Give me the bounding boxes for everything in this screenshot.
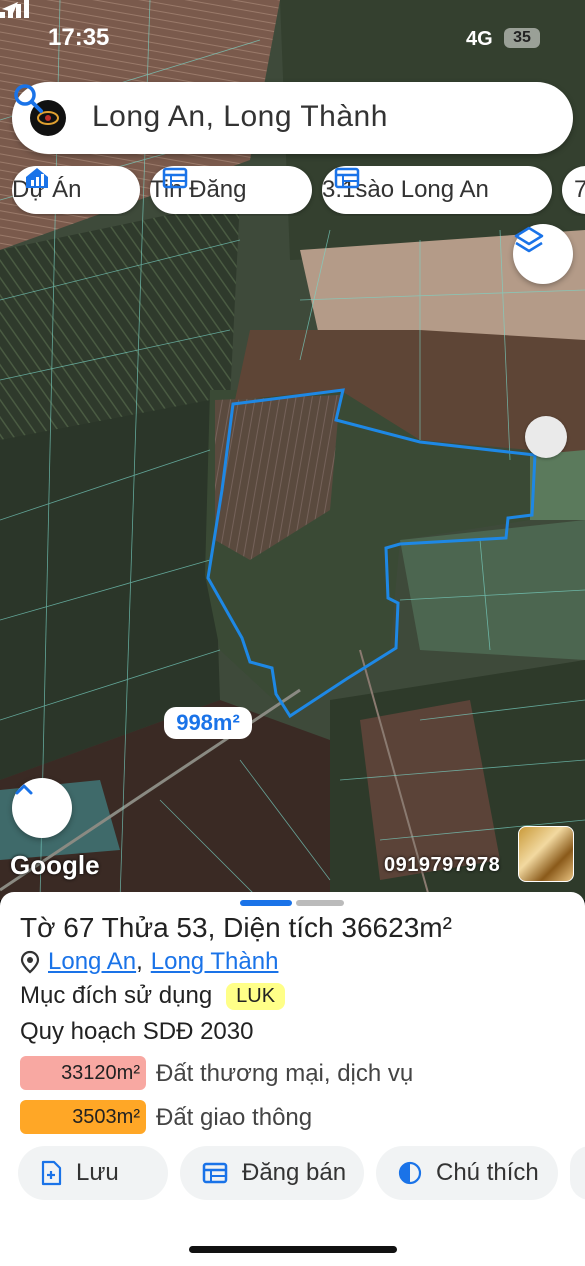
table-icon bbox=[162, 167, 188, 189]
ad-thumbnail[interactable] bbox=[518, 826, 574, 882]
network-type: 4G bbox=[466, 28, 493, 50]
zone-area-badge: 3503m² bbox=[20, 1100, 146, 1134]
purpose-badge: LUK bbox=[226, 982, 286, 1010]
search-query[interactable]: Long An, Long Thành bbox=[92, 100, 388, 134]
parcel-title: Tờ 67 Thửa 53, Diện tích 36623m² bbox=[20, 912, 452, 943]
search-bar[interactable]: Long An, Long Thành bbox=[12, 82, 573, 154]
chevron-up-icon bbox=[15, 784, 33, 795]
layers-icon bbox=[514, 226, 544, 253]
purpose-label: Mục đích sử dụng bbox=[20, 982, 213, 1009]
pager-dot-active[interactable] bbox=[240, 900, 292, 906]
zone-label: Đất thương mại, dịch vụ bbox=[156, 1060, 414, 1087]
plan-label: Quy hoạch SDĐ 2030 bbox=[20, 1018, 254, 1045]
table-icon bbox=[334, 167, 360, 189]
battery-indicator: 35 bbox=[504, 28, 540, 48]
status-time: 17:35 bbox=[48, 24, 110, 51]
chip-saved-search[interactable]: 3.1sào Long An bbox=[322, 166, 552, 214]
location-separator: , bbox=[136, 948, 143, 975]
satellite-map[interactable]: 17:35 4G 35 Long An, Long Thành Dự Án Ti… bbox=[0, 0, 585, 900]
zone-label: Đất giao thông bbox=[156, 1104, 313, 1131]
chip-du-an[interactable]: Dự Án bbox=[12, 166, 140, 214]
chip-label: 7 bbox=[574, 176, 585, 203]
home-chart-icon bbox=[26, 168, 48, 188]
table-icon bbox=[202, 1162, 228, 1184]
chip-tin-dang[interactable]: Tin Đăng bbox=[150, 166, 312, 214]
action-buttons: Lưu Đăng bán Chú thích bbox=[18, 1146, 585, 1202]
expand-up-button[interactable] bbox=[12, 778, 72, 838]
zone-area-badge: 33120m² bbox=[20, 1056, 146, 1090]
post-sale-button[interactable]: Đăng bán bbox=[180, 1146, 364, 1200]
chip-more[interactable]: 7 bbox=[562, 166, 585, 214]
location-link-district[interactable]: Long Thành bbox=[151, 948, 279, 976]
post-sale-label: Đăng bán bbox=[242, 1159, 347, 1186]
half-circle-icon bbox=[398, 1161, 422, 1185]
save-label: Lưu bbox=[76, 1159, 119, 1186]
filter-chips: Dự Án Tin Đăng 3.1sào Long An 7 bbox=[12, 166, 585, 216]
parcel-info-sheet: Tờ 67 Thửa 53, Diện tích 36623m² Long An… bbox=[0, 892, 585, 1266]
contact-phone[interactable]: 0919797978 bbox=[384, 854, 500, 877]
status-bar: 17:35 4G 35 bbox=[0, 0, 585, 80]
more-actions-button[interactable] bbox=[570, 1146, 585, 1200]
parcel-location: Long An , Long Thành bbox=[20, 948, 278, 976]
map-marker-handle[interactable] bbox=[525, 416, 567, 458]
layers-button[interactable] bbox=[513, 224, 573, 284]
location-link-province[interactable]: Long An bbox=[48, 948, 136, 976]
save-button[interactable]: Lưu bbox=[18, 1146, 168, 1200]
legend-button[interactable]: Chú thích bbox=[376, 1146, 558, 1200]
save-plus-icon bbox=[41, 1160, 62, 1186]
home-indicator bbox=[189, 1246, 397, 1253]
google-attribution: Google bbox=[10, 850, 100, 880]
cellular-signal-icon bbox=[0, 0, 29, 18]
legend-label: Chú thích bbox=[436, 1159, 539, 1186]
land-purpose: Mục đích sử dụng LUK bbox=[20, 982, 286, 1010]
pager-dot[interactable] bbox=[296, 900, 344, 906]
area-label: 998m² bbox=[164, 707, 252, 739]
search-icon[interactable] bbox=[12, 82, 44, 114]
location-pin-icon bbox=[20, 950, 40, 974]
